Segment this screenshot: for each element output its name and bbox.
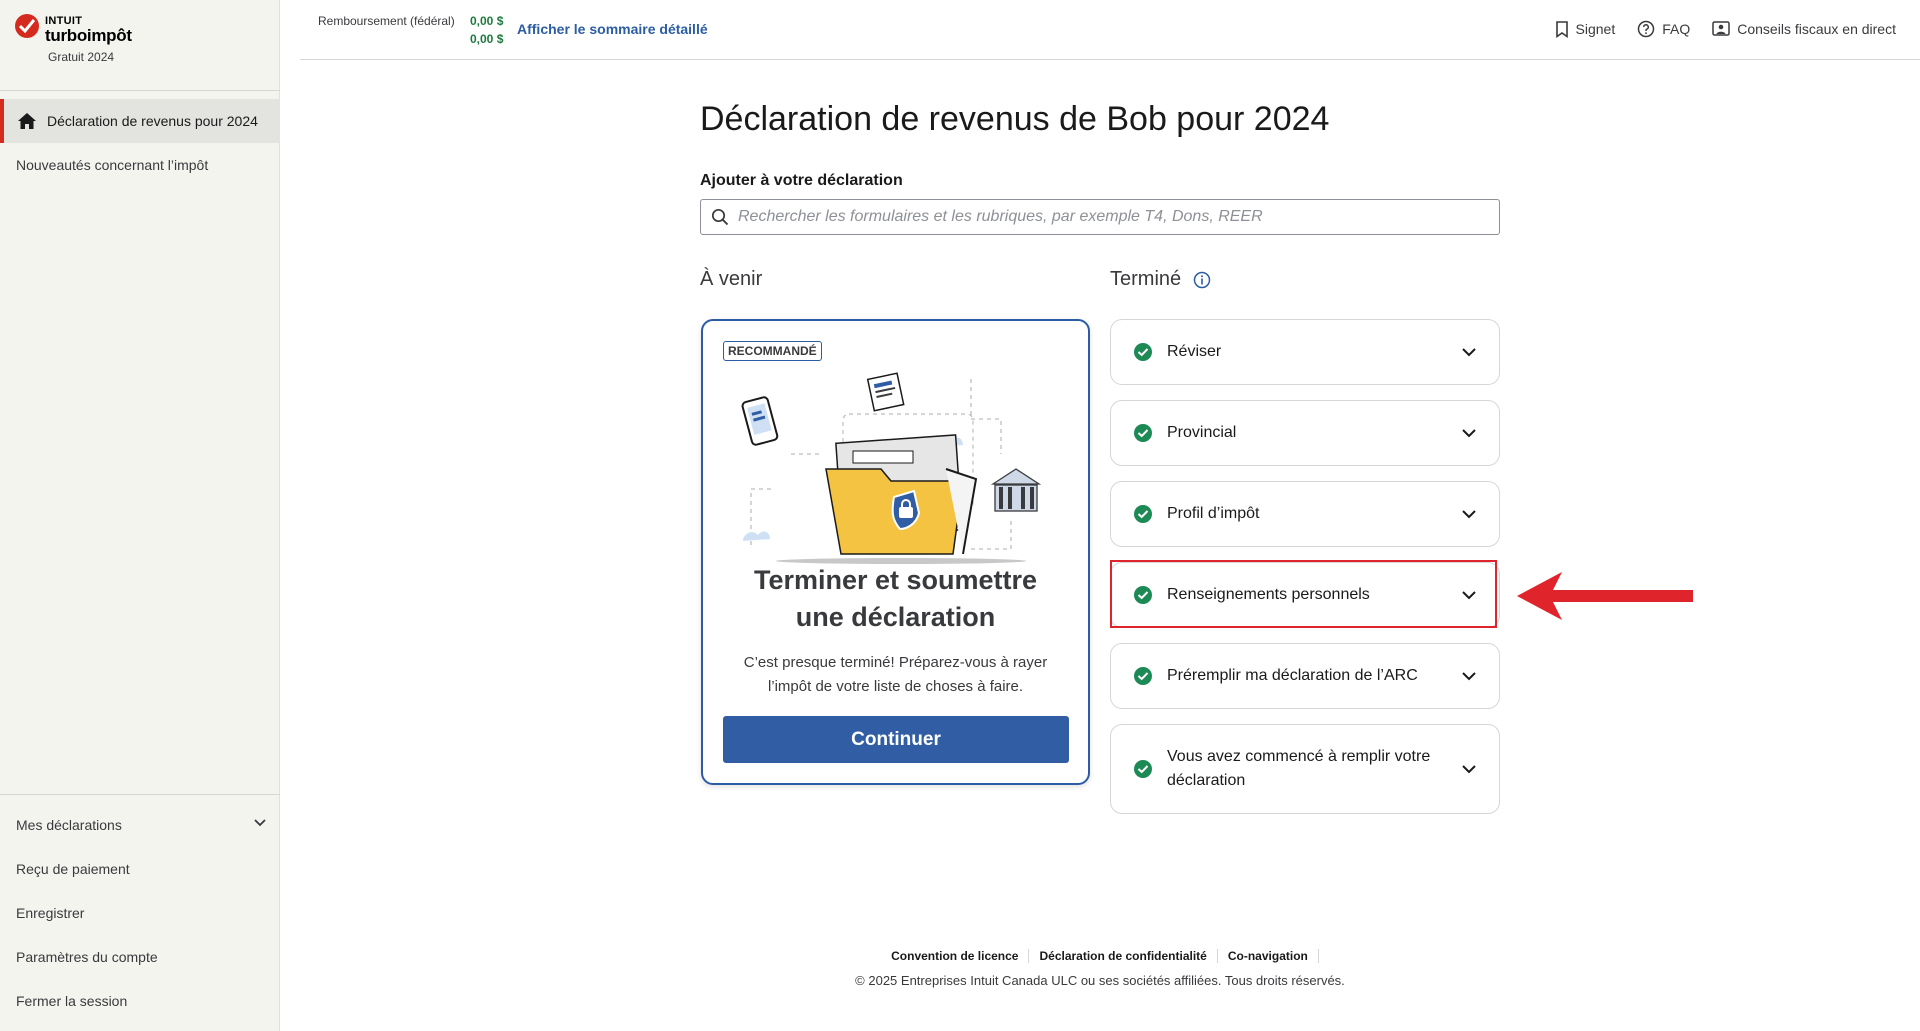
page-title: Déclaration de revenus de Bob pour 2024 bbox=[700, 100, 1330, 138]
top-header: Remboursement (fédéral) 0,00 $ 0,00 $ Af… bbox=[300, 0, 1920, 60]
sidebar-item-label: Nouveautés concernant l’impôt bbox=[16, 157, 209, 173]
live-tax-advice-label: Conseils fiscaux en direct bbox=[1737, 21, 1896, 37]
add-to-return-label: Ajouter à votre déclaration bbox=[700, 172, 903, 189]
home-icon bbox=[18, 113, 36, 129]
sidebar-item-save[interactable]: Enregistrer bbox=[16, 905, 84, 921]
recommended-title-line2: une déclaration bbox=[795, 602, 996, 632]
sidebar-item-payment-receipt[interactable]: Reçu de paiement bbox=[16, 861, 130, 877]
done-heading-wrap: Terminé bbox=[1110, 268, 1211, 291]
sidebar-item-sign-out[interactable]: Fermer la session bbox=[16, 993, 127, 1009]
recommended-badge: RECOMMANDÉ bbox=[723, 341, 822, 361]
header-links: Signet FAQ Conseils fiscaux en direct bbox=[1555, 20, 1896, 38]
co-browse-link[interactable]: Co-navigation bbox=[1218, 949, 1319, 963]
refund-value-secondary: 0,00 $ bbox=[470, 32, 504, 46]
check-circle-icon bbox=[1134, 505, 1152, 523]
folder-illustration bbox=[741, 372, 1042, 564]
bookmark-label: Signet bbox=[1575, 21, 1616, 37]
chevron-down-icon[interactable] bbox=[253, 818, 267, 828]
sidebar-item-tax-news[interactable]: Nouveautés concernant l’impôt bbox=[0, 143, 280, 187]
refund-label: Remboursement (fédéral) bbox=[318, 14, 455, 28]
sidebar-item-label: Déclaration de revenus pour 2024 bbox=[47, 113, 258, 129]
sidebar-divider bbox=[0, 794, 280, 795]
search-input[interactable] bbox=[738, 208, 1478, 226]
recommended-title-line1: Terminer et soumettre bbox=[753, 565, 1038, 595]
done-item-label: Vous avez commencé à remplir votre décla… bbox=[1167, 748, 1431, 789]
checkmark-logo-icon bbox=[15, 14, 39, 38]
upcoming-heading: À venir bbox=[700, 268, 763, 290]
done-item-tax-profile[interactable]: Profil d’impôt bbox=[1110, 481, 1500, 547]
recommended-description: C’est presque terminé! Préparez-vous à r… bbox=[743, 654, 1048, 695]
bookmark-link[interactable]: Signet bbox=[1555, 20, 1616, 38]
product-wordmark: turboimpôt bbox=[45, 26, 132, 45]
search-icon bbox=[711, 208, 729, 226]
chevron-down-icon[interactable] bbox=[1461, 509, 1477, 519]
edition-label: Gratuit 2024 bbox=[48, 50, 115, 64]
check-circle-icon bbox=[1134, 667, 1152, 685]
annotation-arrow-icon bbox=[1517, 572, 1693, 620]
recommended-card: RECOMMANDÉ Terminer et soumettre une déc… bbox=[701, 319, 1090, 785]
done-item-label: Réviser bbox=[1167, 343, 1222, 360]
footer-links: Convention de licence Déclaration de conf… bbox=[0, 949, 1920, 963]
license-agreement-link[interactable]: Convention de licence bbox=[881, 949, 1030, 963]
done-item-label: Provincial bbox=[1167, 424, 1237, 441]
info-icon[interactable] bbox=[1193, 271, 1211, 289]
copyright-text: © 2025 Entreprises Intuit Canada ULC ou … bbox=[855, 973, 1345, 988]
check-circle-icon bbox=[1134, 586, 1152, 604]
faq-label: FAQ bbox=[1662, 21, 1691, 37]
chevron-down-icon[interactable] bbox=[1461, 671, 1477, 681]
done-item-label: Préremplir ma déclaration de l’ARC bbox=[1167, 667, 1418, 684]
check-circle-icon bbox=[1134, 760, 1152, 778]
check-circle-icon bbox=[1134, 343, 1152, 361]
done-item-provincial[interactable]: Provincial bbox=[1110, 400, 1500, 466]
search-box[interactable] bbox=[700, 199, 1500, 235]
sidebar-item-tax-return[interactable]: Déclaration de revenus pour 2024 bbox=[0, 99, 280, 143]
done-item-personal-info[interactable]: Renseignements personnels bbox=[1110, 562, 1500, 628]
done-item-label: Renseignements personnels bbox=[1167, 586, 1370, 603]
faq-link[interactable]: FAQ bbox=[1637, 20, 1690, 38]
chevron-down-icon[interactable] bbox=[1461, 347, 1477, 357]
privacy-statement-link[interactable]: Déclaration de confidentialité bbox=[1029, 949, 1218, 963]
done-item-started[interactable]: Vous avez commencé à remplir votre décla… bbox=[1110, 724, 1500, 814]
check-circle-icon bbox=[1134, 424, 1152, 442]
sidebar-divider bbox=[0, 90, 280, 91]
continue-button[interactable]: Continuer bbox=[723, 716, 1069, 763]
done-heading: Terminé bbox=[1110, 268, 1182, 290]
advisor-icon bbox=[1712, 21, 1730, 36]
question-icon bbox=[1637, 20, 1655, 38]
chevron-down-icon[interactable] bbox=[1461, 590, 1477, 600]
page: INTUIT turboimpôt Gratuit 2024 Déclarati… bbox=[0, 0, 1920, 1031]
chevron-down-icon[interactable] bbox=[1461, 428, 1477, 438]
recommended-title: Terminer et soumettre une déclaration bbox=[703, 562, 1088, 636]
done-item-review[interactable]: Réviser bbox=[1110, 319, 1500, 385]
sidebar-item-my-returns[interactable]: Mes déclarations bbox=[16, 817, 122, 833]
live-tax-advice-link[interactable]: Conseils fiscaux en direct bbox=[1712, 21, 1896, 37]
refund-value: 0,00 $ bbox=[470, 14, 504, 28]
chevron-down-icon[interactable] bbox=[1461, 764, 1477, 774]
done-item-label: Profil d’impôt bbox=[1167, 505, 1260, 522]
bookmark-icon bbox=[1555, 20, 1568, 38]
detailed-summary-link[interactable]: Afficher le sommaire détaillé bbox=[517, 21, 708, 37]
sidebar: INTUIT turboimpôt Gratuit 2024 Déclarati… bbox=[0, 0, 280, 1031]
done-item-prefill[interactable]: Préremplir ma déclaration de l’ARC bbox=[1110, 643, 1500, 709]
turboimpot-logo[interactable]: INTUIT turboimpôt Gratuit 2024 bbox=[15, 12, 155, 68]
